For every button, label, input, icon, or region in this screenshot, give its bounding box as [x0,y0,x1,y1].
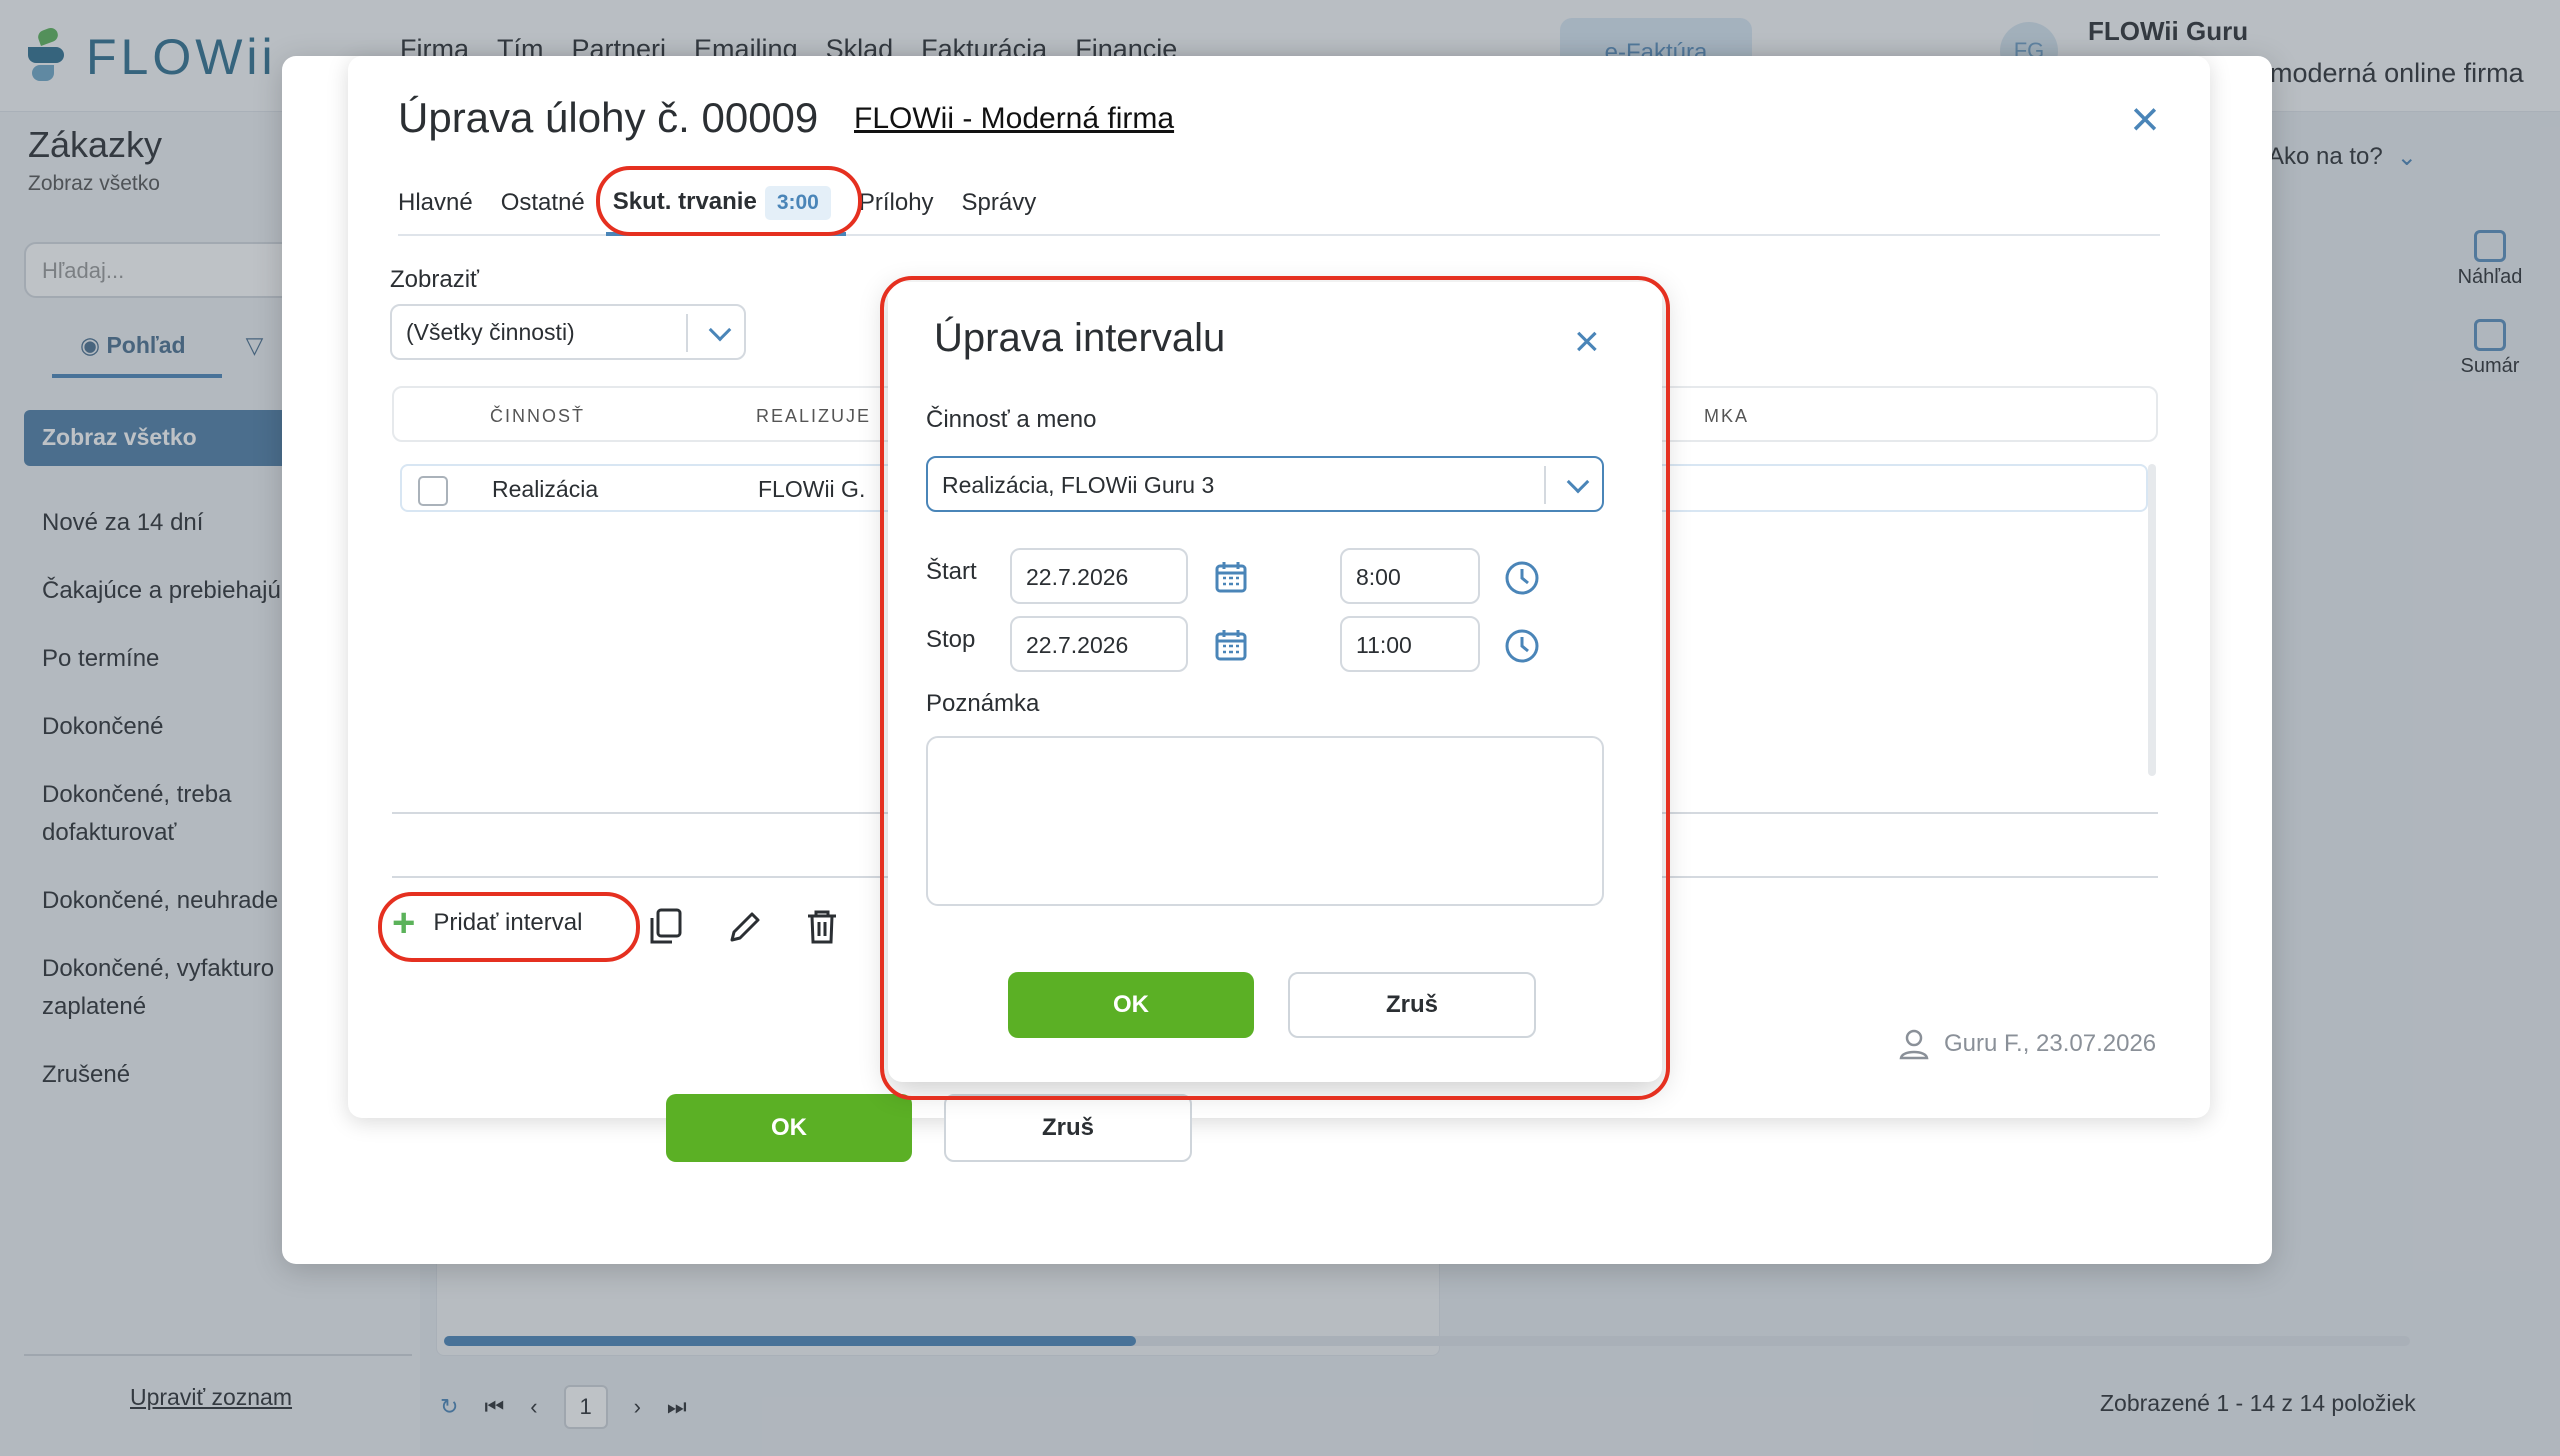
tab-attachments[interactable]: Prílohy [859,189,934,217]
author-info: Guru F., 23.07.2026 [1898,1028,2156,1060]
annotation-highlight-dialog [880,276,1670,1100]
activity-filter-value: (Všetky činnosti) [406,318,575,345]
tab-messages[interactable]: Správy [962,189,1037,217]
author-text: Guru F., 23.07.2026 [1944,1030,2157,1057]
task-ok-button[interactable]: OK [666,1094,912,1162]
copy-icon[interactable] [648,908,684,946]
dialog-title: Úprava úlohy č. 00009 [398,94,819,141]
select-separator [686,314,688,352]
column-performed-by[interactable]: REALIZUJE [756,406,871,427]
vertical-scrollbar[interactable] [2148,464,2156,776]
task-cancel-button[interactable]: Zruš [944,1094,1192,1162]
column-note[interactable]: MKA [1704,406,1749,427]
column-activity[interactable]: ČINNOSŤ [490,406,585,427]
tab-other[interactable]: Ostatné [501,189,585,217]
trash-icon[interactable] [804,908,840,946]
annotation-highlight-add [378,892,640,962]
row-performed-by: FLOWii G. [758,476,866,502]
row-checkbox[interactable] [418,476,448,506]
tab-main[interactable]: Hlavné [398,189,473,217]
annotation-highlight-tab [596,166,862,236]
show-label: Zobraziť [390,266,480,293]
row-activity: Realizácia [492,476,599,502]
chevron-down-icon [708,318,732,342]
edit-icon[interactable] [726,908,762,946]
close-icon[interactable]: × [2122,94,2168,144]
activity-filter-select[interactable]: (Všetky činnosti) [390,304,746,360]
company-link[interactable]: FLOWii - Moderná firma [854,102,1174,136]
user-icon [1899,1029,1929,1060]
